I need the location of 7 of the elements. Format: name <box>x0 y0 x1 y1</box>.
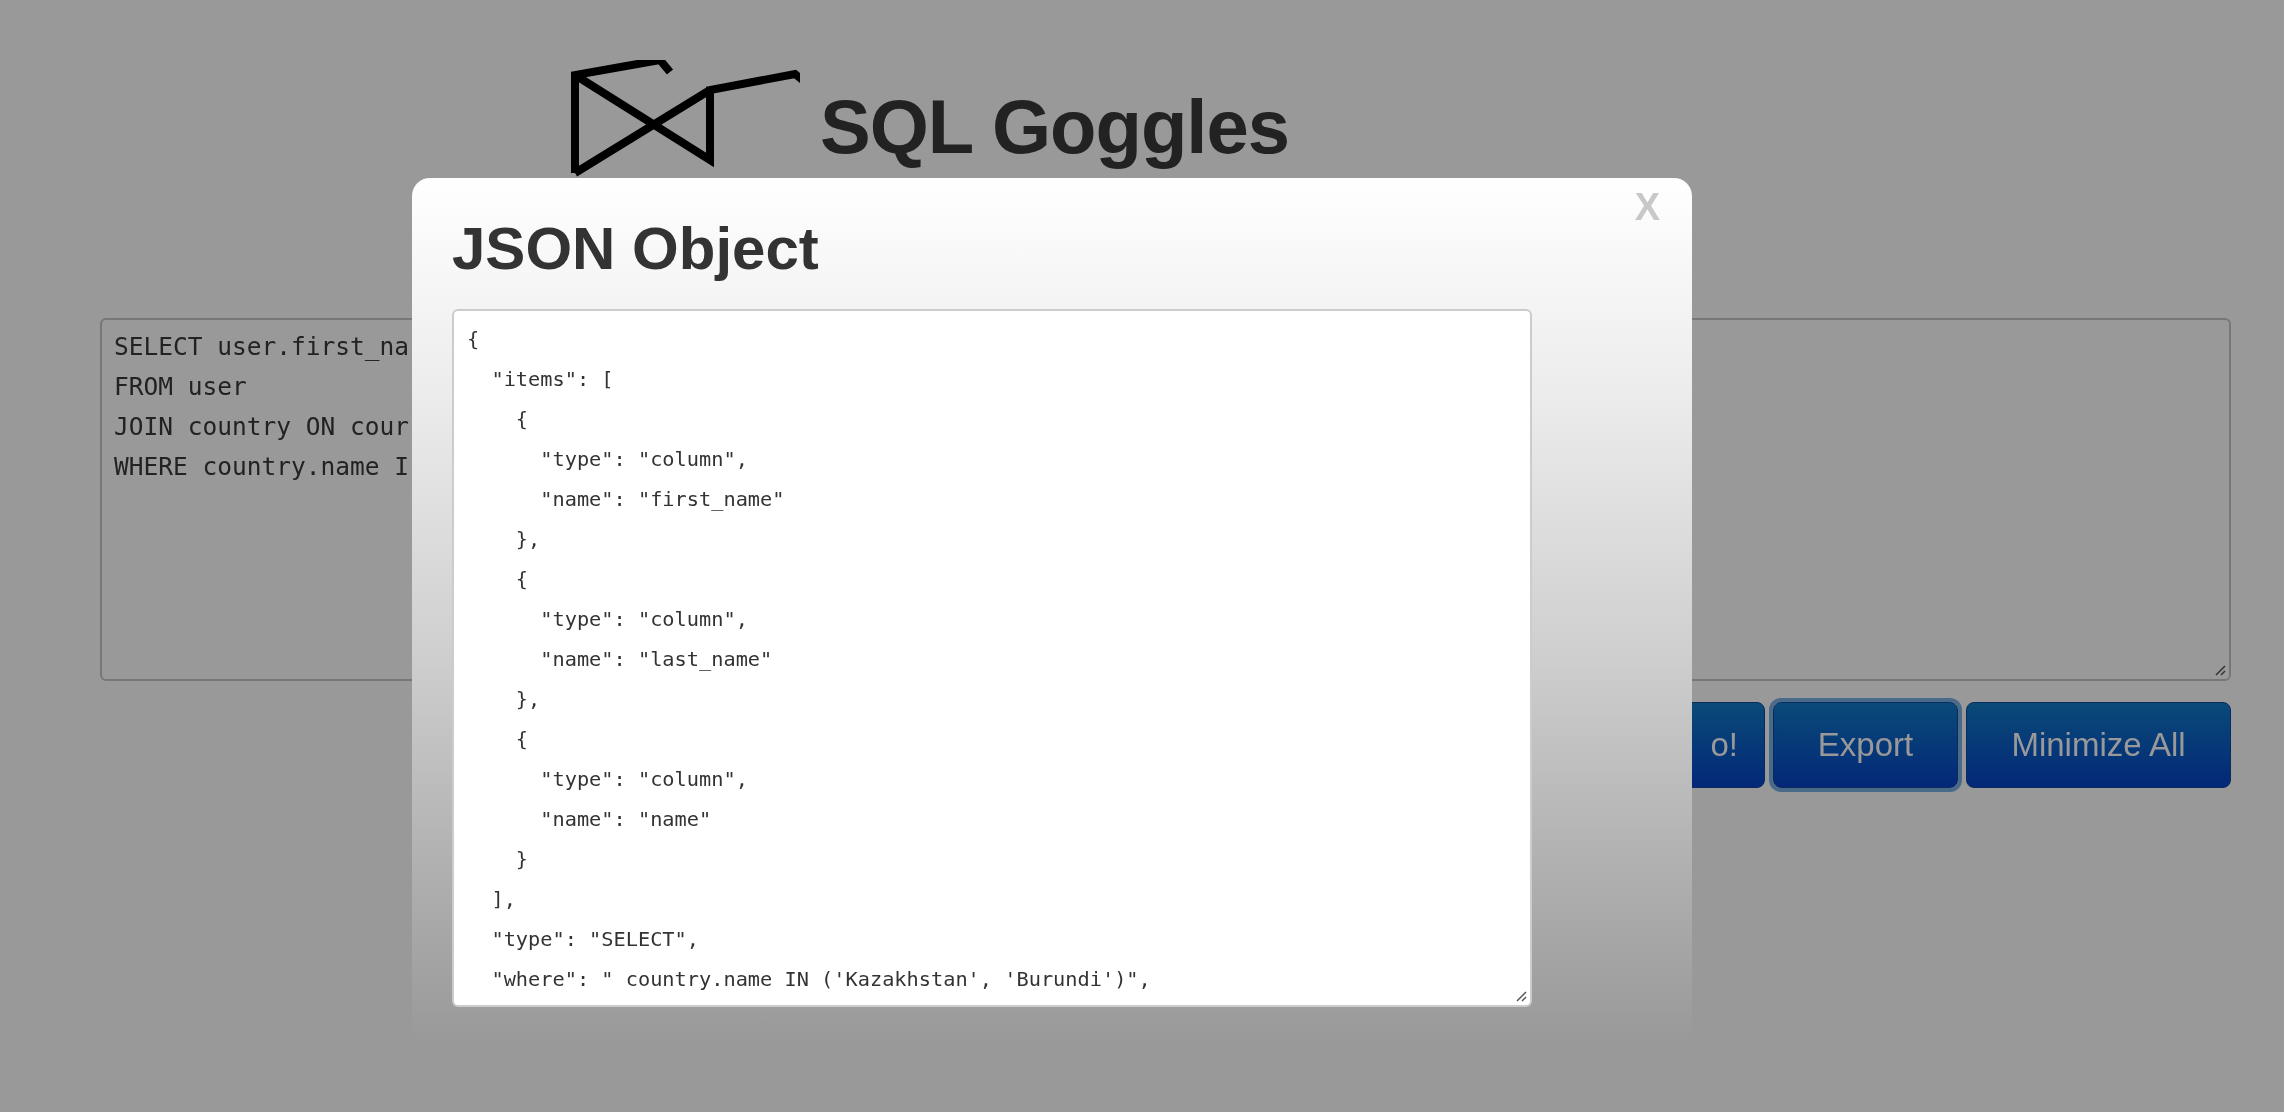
dialog-title: JSON Object <box>452 214 820 283</box>
goggles-logo-icon <box>570 60 800 178</box>
resize-handle-icon[interactable] <box>2214 664 2226 676</box>
app-title: SQL Goggles <box>820 83 1289 170</box>
json-field[interactable]: { "items": [ { "type": "column", "name": "first_name" }, { "type": "column", "name": "last_name" }, { "type": "column", "name": "name" } ], "type": "SELECT", "where": " country.name IN ('Kazakhstan', 'Burundi')", <box>452 309 1532 1007</box>
resize-handle-icon[interactable] <box>1515 990 1527 1002</box>
action-button[interactable]: Minimize All <box>1966 702 2231 788</box>
